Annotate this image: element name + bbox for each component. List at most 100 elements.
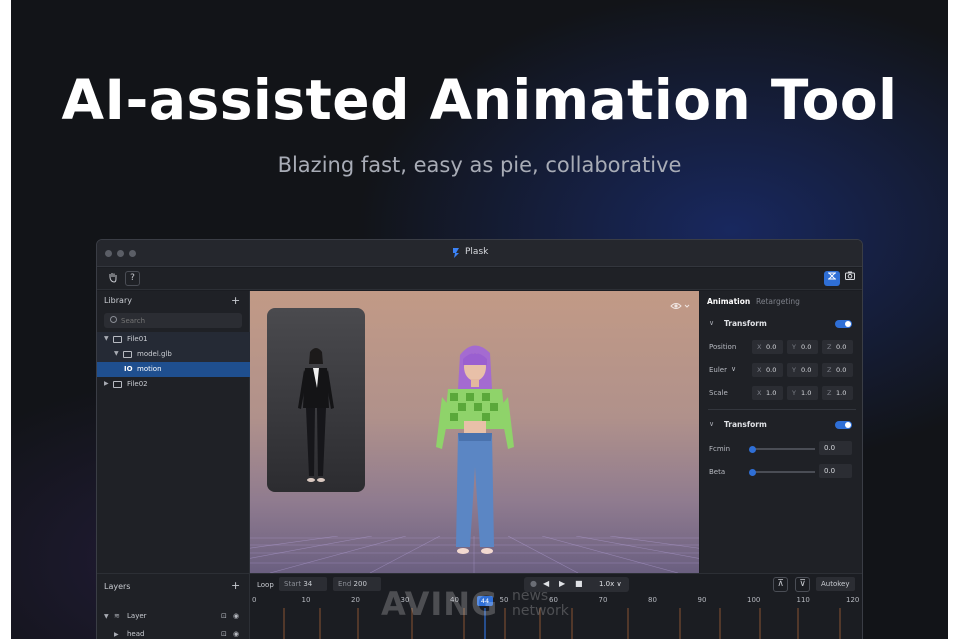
tree-item-label: motion [137, 365, 162, 373]
section-collapse-icon[interactable]: ∨ [709, 420, 714, 428]
ruler-tick-label: 90 [697, 596, 707, 604]
fcmin-label: Fcmin [709, 445, 731, 453]
hand-tool-icon[interactable] [105, 271, 120, 286]
search-icon [110, 316, 117, 323]
stop-button[interactable]: ■ [575, 579, 583, 588]
beta-value-field[interactable]: 0.0 [819, 464, 852, 478]
transform-section-title: Transform [724, 319, 767, 328]
ruler-tick-label: 20 [351, 596, 360, 604]
app-window: Plask ? Library + ▼ [96, 239, 863, 639]
beta-slider[interactable] [749, 468, 815, 476]
character-model[interactable] [434, 337, 514, 567]
ruler-tick-label: 100 [747, 596, 761, 604]
visibility-eye-icon[interactable] [670, 300, 692, 312]
play-button[interactable]: ▶ [559, 579, 565, 588]
collapse-caret-icon[interactable]: ▶ [114, 631, 119, 638]
scale-x-field[interactable]: X 1.0 [752, 386, 783, 400]
speed-select[interactable]: 1.0x ∨ [599, 580, 622, 588]
window-title: Plask [465, 247, 489, 257]
filter-section-title: Transform [724, 420, 767, 429]
camera-icon[interactable] [842, 271, 858, 286]
filter-toggle[interactable] [835, 421, 852, 429]
ruler-tick-label: 10 [301, 596, 311, 604]
folder-icon [123, 351, 132, 358]
layers-title: Layers [104, 582, 131, 591]
beta-slider-handle[interactable] [749, 468, 756, 476]
collapse-caret-icon[interactable]: ▶ [104, 380, 109, 387]
ruler-tick-label: 70 [598, 596, 608, 604]
ruler-tick-label: 110 [796, 596, 810, 604]
step-back-button[interactable]: ◀ [543, 579, 549, 588]
record-button[interactable]: ● [530, 579, 537, 588]
euler-dropdown-icon[interactable]: ∨ [731, 365, 736, 373]
expand-caret-icon[interactable]: ▼ [104, 613, 109, 620]
position-label: Position [709, 343, 737, 351]
retarget-mode-button[interactable] [824, 271, 840, 286]
reference-video-card[interactable] [267, 308, 365, 492]
ruler-tick-label: 50 [499, 596, 509, 604]
filter-keys-icon[interactable]: ⊽ [795, 577, 810, 592]
watermark-tagline: news network [512, 588, 569, 619]
motion-icon: IO [124, 365, 133, 373]
start-frame-field[interactable]: Start 34 [279, 577, 327, 591]
scale-y-field[interactable]: Y 1.0 [787, 386, 818, 400]
eye-icon[interactable]: ◉ [233, 630, 239, 638]
fcmin-value-field[interactable]: 0.0 [819, 441, 852, 455]
layers-add-button[interactable]: + [231, 579, 240, 592]
fcmin-slider[interactable] [749, 445, 815, 453]
euler-x-field[interactable]: X 0.0 [752, 363, 783, 377]
ruler-tick-label: 120 [846, 596, 860, 604]
loop-toggle[interactable]: Loop [257, 581, 274, 589]
transform-toggle[interactable] [835, 320, 852, 328]
position-z-field[interactable]: Z 0.0 [822, 340, 853, 354]
section-divider [708, 409, 856, 410]
expand-caret-icon[interactable]: ▼ [104, 335, 109, 342]
layer-name: head [127, 630, 145, 638]
euler-y-field[interactable]: Y 0.0 [787, 363, 818, 377]
tab-animation[interactable]: Animation [707, 297, 750, 306]
main-toolbar: ? [97, 268, 862, 290]
layer-row[interactable]: ▼ ≋ Layer ⊡ ◉ [97, 609, 250, 623]
library-title: Library [104, 296, 132, 305]
tree-item-file01[interactable]: ▼ File01 [97, 332, 250, 347]
library-search-input[interactable] [121, 315, 236, 326]
expand-caret-icon[interactable]: ▼ [114, 350, 119, 357]
fit-keys-icon[interactable]: ⊼ [773, 577, 788, 592]
folder-icon [113, 336, 122, 343]
window-maximize-button[interactable] [129, 250, 136, 257]
eye-icon[interactable]: ◉ [233, 612, 239, 620]
ruler-tick-label: 0 [252, 596, 257, 604]
euler-z-field[interactable]: Z 0.0 [822, 363, 853, 377]
fcmin-slider-handle[interactable] [749, 445, 756, 453]
window-minimize-button[interactable] [117, 250, 124, 257]
position-x-field[interactable]: X 0.0 [752, 340, 783, 354]
tree-item-label: File01 [127, 335, 148, 343]
window-titlebar: Plask [97, 240, 862, 267]
position-y-field[interactable]: Y 0.0 [787, 340, 818, 354]
promo-banner: AI-assisted Animation Tool Blazing fast,… [11, 0, 948, 639]
tree-item-model-glb[interactable]: ▼ model.glb [97, 347, 250, 362]
tree-item-file02[interactable]: ▶ File02 [97, 377, 250, 392]
autokey-button[interactable]: Autokey [816, 577, 855, 591]
tree-item-motion[interactable]: IO motion [97, 362, 250, 377]
plask-logo-icon [453, 248, 459, 258]
layer-stack-icon: ≋ [114, 612, 120, 620]
layers-panel: Layers + ▼ ≋ Layer ⊡ ◉ ▶ head ⊡ ◉ [97, 573, 250, 639]
3d-viewport[interactable] [250, 291, 699, 573]
library-panel: Library + ▼ File01 ▼ model.glb IO motion [97, 291, 250, 573]
layer-name: Layer [127, 612, 147, 620]
lock-icon[interactable]: ⊡ [221, 612, 227, 620]
euler-label: Euler [709, 366, 727, 374]
end-frame-field[interactable]: End 200 [333, 577, 381, 591]
layer-row[interactable]: ▶ head ⊡ ◉ [97, 627, 250, 639]
ruler-tick-label: 80 [648, 596, 657, 604]
hero-subtitle: Blazing fast, easy as pie, collaborative [277, 153, 682, 177]
scale-label: Scale [709, 389, 728, 397]
window-close-button[interactable] [105, 250, 112, 257]
tab-retargeting[interactable]: Retargeting [756, 297, 800, 306]
library-add-button[interactable]: + [231, 294, 240, 307]
help-button[interactable]: ? [125, 271, 140, 286]
scale-z-field[interactable]: Z 1.0 [822, 386, 853, 400]
section-collapse-icon[interactable]: ∨ [709, 319, 714, 327]
lock-icon[interactable]: ⊡ [221, 630, 227, 638]
